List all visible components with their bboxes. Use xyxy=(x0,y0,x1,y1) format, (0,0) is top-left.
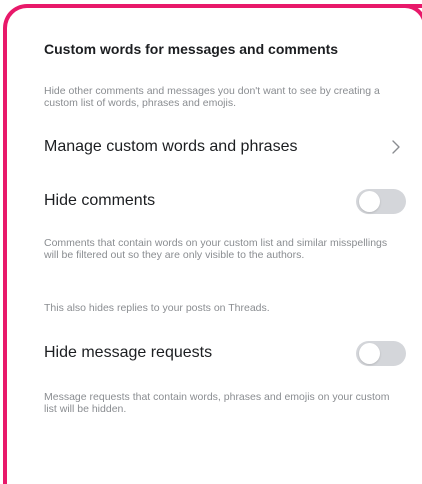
chevron-right-icon xyxy=(386,137,406,157)
hide-comments-row: Hide comments xyxy=(44,186,406,216)
hide-comments-label: Hide comments xyxy=(44,192,156,209)
hide-comments-toggle[interactable] xyxy=(356,188,406,214)
hide-message-requests-description: Message requests that contain words, phr… xyxy=(44,391,390,415)
toggle-knob xyxy=(359,342,380,364)
hide-comments-description: Comments that contain words on your cust… xyxy=(44,237,388,261)
hide-message-requests-toggle[interactable] xyxy=(356,340,406,366)
section-description: Hide other comments and messages you don… xyxy=(44,85,380,109)
manage-custom-words-label: Manage custom words and phrases xyxy=(44,138,298,155)
hide-message-requests-label: Hide message requests xyxy=(44,344,213,361)
hide-message-requests-row: Hide message requests xyxy=(44,338,406,368)
manage-custom-words-row[interactable]: Manage custom words and phrases xyxy=(44,132,406,162)
threads-note: This also hides replies to your posts on… xyxy=(44,302,270,314)
toggle-knob xyxy=(359,190,380,212)
section-title: Custom words for messages and comments xyxy=(44,41,339,57)
